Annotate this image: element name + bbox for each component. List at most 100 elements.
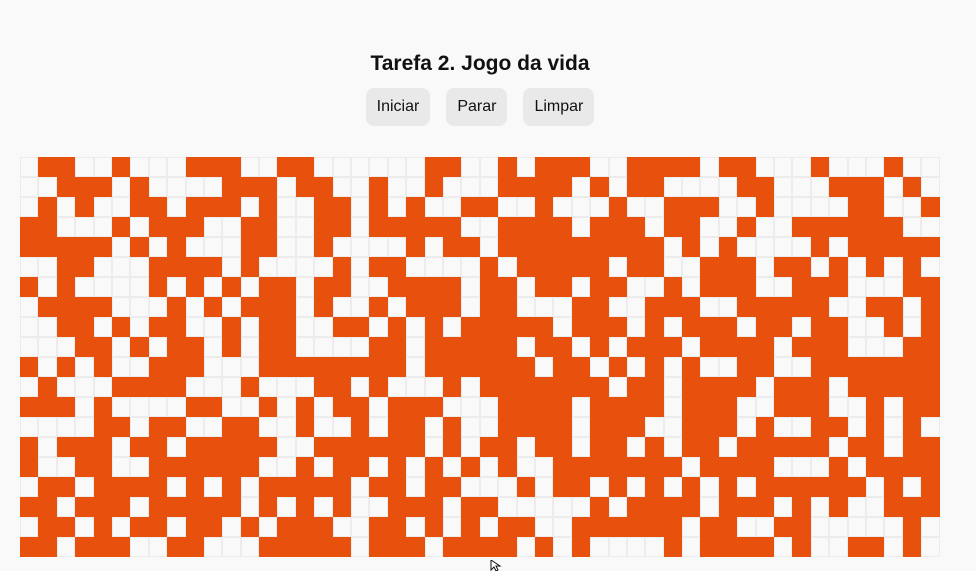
grid-cell[interactable] — [461, 457, 480, 477]
grid-cell[interactable] — [774, 437, 793, 457]
grid-cell[interactable] — [479, 297, 499, 317]
grid-cell[interactable] — [369, 477, 388, 497]
grid-cell[interactable] — [755, 497, 775, 517]
grid-cell[interactable] — [130, 517, 149, 537]
grid-cell[interactable] — [20, 317, 39, 337]
grid-cell[interactable] — [590, 417, 609, 437]
grid-cell[interactable] — [203, 457, 223, 477]
grid-cell[interactable] — [240, 217, 260, 237]
grid-cell[interactable] — [259, 417, 278, 437]
grid-cell[interactable] — [277, 277, 296, 297]
grid-cell[interactable] — [222, 417, 241, 437]
grid-cell[interactable] — [369, 277, 388, 297]
grid-cell[interactable] — [111, 337, 131, 357]
grid-cell[interactable] — [755, 297, 775, 317]
grid-cell[interactable] — [442, 317, 462, 337]
grid-cell[interactable] — [314, 517, 333, 537]
grid-cell[interactable] — [608, 377, 627, 397]
grid-cell[interactable] — [498, 177, 517, 197]
grid-cell[interactable] — [718, 257, 738, 277]
grid-cell[interactable] — [20, 237, 39, 257]
grid-cell[interactable] — [222, 477, 241, 497]
grid-cell[interactable] — [222, 357, 241, 377]
grid-cell[interactable] — [479, 317, 499, 337]
grid-cell[interactable] — [810, 477, 830, 497]
grid-cell[interactable] — [130, 257, 149, 277]
grid-cell[interactable] — [829, 357, 848, 377]
grid-cell[interactable] — [332, 477, 352, 497]
grid-cell[interactable] — [295, 257, 315, 277]
grid-cell[interactable] — [829, 217, 848, 237]
grid-cell[interactable] — [424, 157, 443, 177]
grid-cell[interactable] — [626, 277, 646, 297]
grid-cell[interactable] — [20, 297, 39, 317]
grid-cell[interactable] — [148, 177, 168, 197]
grid-cell[interactable] — [884, 337, 903, 357]
grid-cell[interactable] — [553, 497, 572, 517]
grid-cell[interactable] — [590, 497, 609, 517]
grid-cell[interactable] — [774, 377, 793, 397]
grid-cell[interactable] — [608, 317, 627, 337]
grid-cell[interactable] — [865, 417, 885, 437]
grid-cell[interactable] — [442, 297, 462, 317]
grid-cell[interactable] — [369, 397, 388, 417]
grid-cell[interactable] — [498, 237, 517, 257]
grid-cell[interactable] — [865, 457, 885, 477]
grid-cell[interactable] — [75, 317, 94, 337]
grid-cell[interactable] — [682, 377, 701, 397]
grid-cell[interactable] — [902, 217, 922, 237]
grid-cell[interactable] — [479, 437, 499, 457]
grid-cell[interactable] — [148, 297, 168, 317]
grid-cell[interactable] — [75, 237, 94, 257]
grid-cell[interactable] — [332, 277, 352, 297]
grid-cell[interactable] — [829, 317, 848, 337]
grid-cell[interactable] — [571, 417, 591, 437]
grid-cell[interactable] — [902, 237, 922, 257]
grid-cell[interactable] — [884, 417, 903, 437]
grid-cell[interactable] — [645, 437, 664, 457]
grid-cell[interactable] — [130, 217, 149, 237]
grid-cell[interactable] — [406, 377, 425, 397]
grid-cell[interactable] — [810, 397, 830, 417]
grid-cell[interactable] — [682, 497, 701, 517]
grid-cell[interactable] — [314, 437, 333, 457]
grid-cell[interactable] — [737, 357, 756, 377]
grid-cell[interactable] — [865, 197, 885, 217]
grid-cell[interactable] — [259, 337, 278, 357]
grid-cell[interactable] — [884, 237, 903, 257]
grid-cell[interactable] — [259, 277, 278, 297]
grid-cell[interactable] — [884, 317, 903, 337]
grid-cell[interactable] — [369, 217, 388, 237]
grid-cell[interactable] — [847, 437, 866, 457]
grid-cell[interactable] — [38, 297, 57, 317]
grid-cell[interactable] — [902, 517, 922, 537]
grid-cell[interactable] — [737, 477, 756, 497]
grid-cell[interactable] — [829, 337, 848, 357]
grid-cell[interactable] — [295, 497, 315, 517]
grid-cell[interactable] — [240, 457, 260, 477]
grid-cell[interactable] — [222, 237, 241, 257]
grid-cell[interactable] — [902, 477, 922, 497]
grid-cell[interactable] — [38, 537, 57, 557]
grid-cell[interactable] — [351, 497, 370, 517]
grid-cell[interactable] — [56, 197, 76, 217]
grid-cell[interactable] — [534, 257, 554, 277]
grid-cell[interactable] — [516, 537, 535, 557]
grid-cell[interactable] — [774, 197, 793, 217]
grid-cell[interactable] — [663, 277, 683, 297]
grid-cell[interactable] — [277, 417, 296, 437]
grid-cell[interactable] — [295, 337, 315, 357]
grid-cell[interactable] — [737, 517, 756, 537]
grid-cell[interactable] — [498, 537, 517, 557]
grid-cell[interactable] — [921, 477, 940, 497]
grid-cell[interactable] — [516, 237, 535, 257]
grid-cell[interactable] — [351, 457, 370, 477]
grid-cell[interactable] — [167, 357, 186, 377]
grid-cell[interactable] — [737, 437, 756, 457]
grid-cell[interactable] — [148, 377, 168, 397]
grid-cell[interactable] — [314, 237, 333, 257]
grid-cell[interactable] — [167, 337, 186, 357]
grid-cell[interactable] — [921, 157, 940, 177]
grid-cell[interactable] — [56, 517, 76, 537]
grid-cell[interactable] — [774, 277, 793, 297]
